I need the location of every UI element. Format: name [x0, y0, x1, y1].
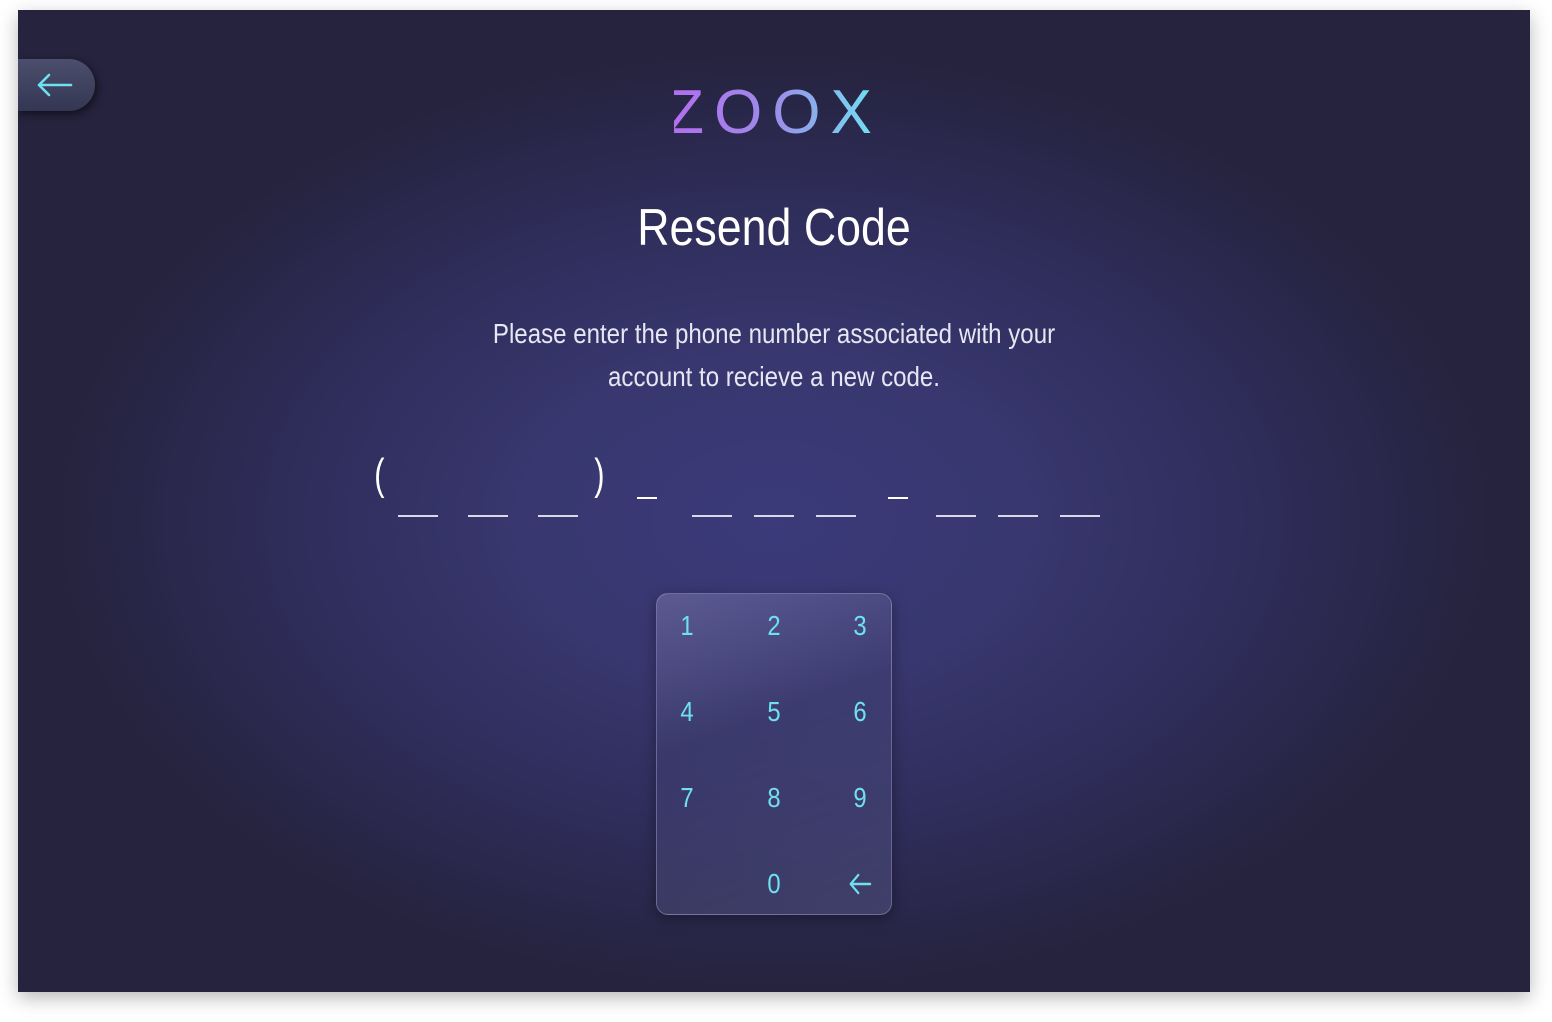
key-7[interactable]: 7 — [662, 773, 713, 823]
digit-slot-9 — [1060, 515, 1100, 517]
key-3[interactable]: 3 — [835, 601, 886, 651]
instructions-text: Please enter the phone number associated… — [492, 318, 1056, 392]
logo-text: ZOOX — [674, 78, 874, 138]
key-6[interactable]: 6 — [835, 687, 886, 737]
page-title: Resend Code — [637, 199, 911, 257]
digit-slot-6 — [816, 515, 856, 517]
digit-slot-5 — [754, 515, 794, 517]
arrow-left-icon — [849, 873, 872, 895]
key-5[interactable]: 5 — [749, 687, 800, 737]
zoox-logo: ZOOX — [18, 78, 1530, 143]
key-1[interactable]: 1 — [662, 601, 713, 651]
key-4[interactable]: 4 — [662, 687, 713, 737]
digit-slot-8 — [998, 515, 1038, 517]
digit-slot-2 — [468, 515, 508, 517]
digit-slot-7 — [936, 515, 976, 517]
digit-slot-3 — [538, 515, 578, 517]
open-paren: ( — [374, 450, 385, 499]
separator-dash-1 — [637, 497, 657, 499]
phone-number-input[interactable]: ( ) — [368, 450, 1108, 530]
key-8[interactable]: 8 — [749, 773, 800, 823]
separator-dash-2 — [888, 497, 908, 499]
numeric-keypad: 1 2 3 4 5 6 7 8 9 0 — [656, 593, 892, 915]
key-9[interactable]: 9 — [835, 773, 886, 823]
resend-code-screen: ZOOX Resend Code Please enter the phone … — [18, 10, 1530, 992]
digit-slot-4 — [692, 515, 732, 517]
keypad-delete-button[interactable] — [835, 859, 886, 909]
digit-slot-1 — [398, 515, 438, 517]
close-paren: ) — [594, 450, 605, 499]
key-0[interactable]: 0 — [749, 859, 800, 909]
key-2[interactable]: 2 — [749, 601, 800, 651]
